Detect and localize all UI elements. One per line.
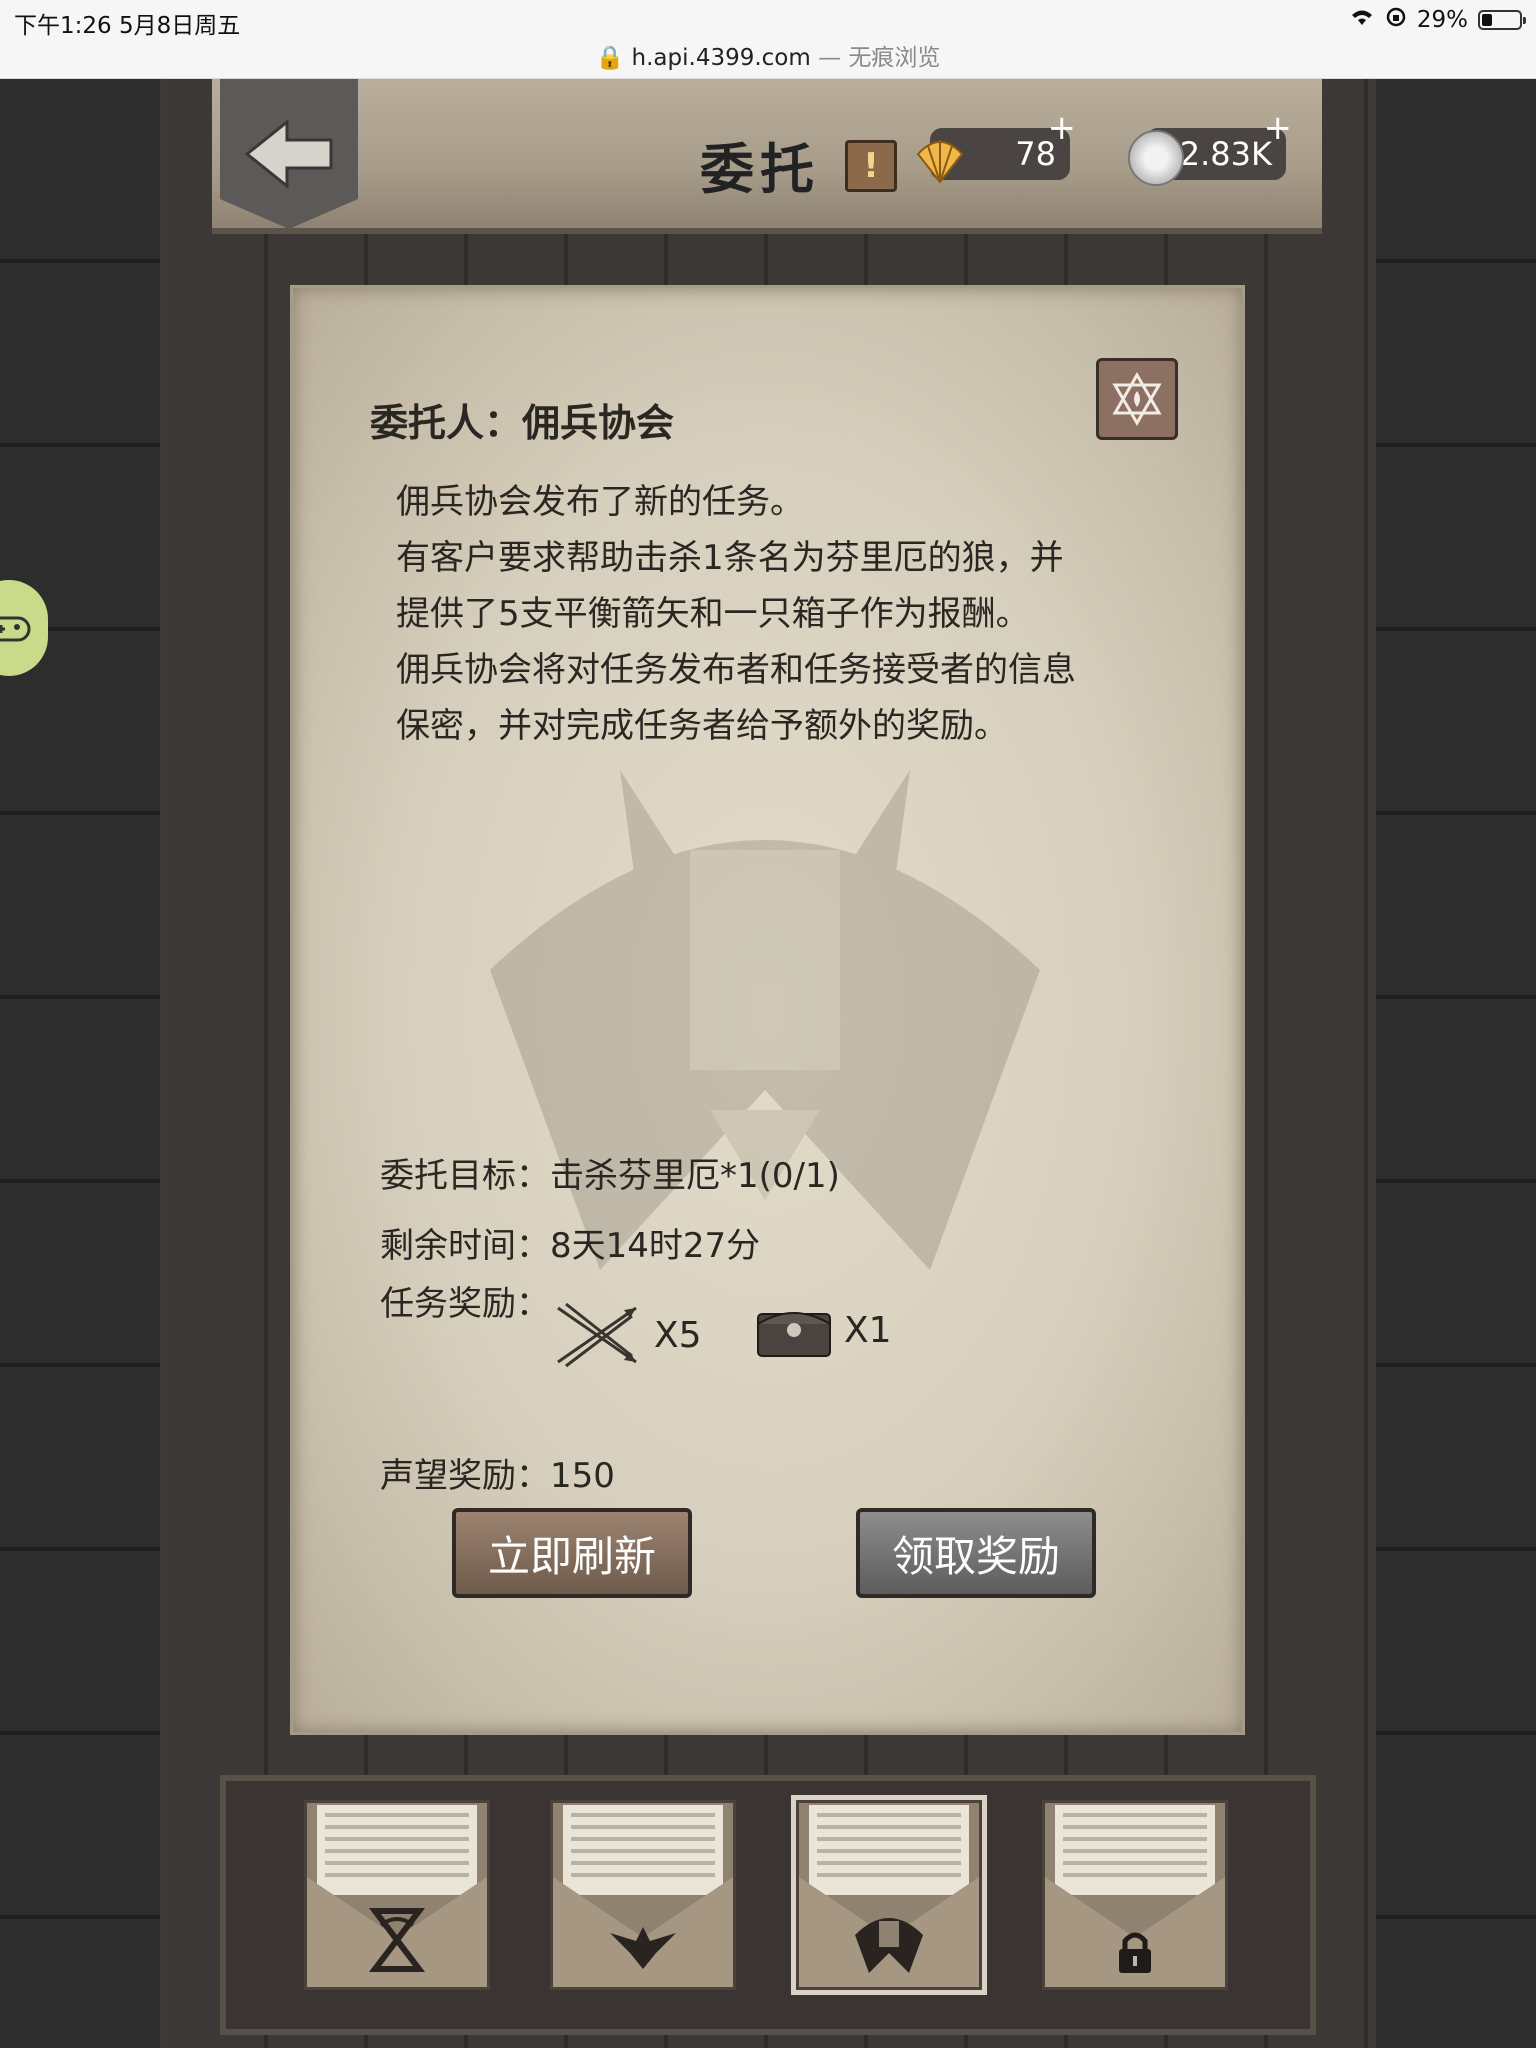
- wifi-icon: [1349, 7, 1375, 33]
- description-line: 提供了5支平衡箭矢和一只箱子作为报酬。: [396, 594, 1030, 634]
- guild-info-button[interactable]: [1096, 358, 1178, 440]
- lock-small-icon: 🔒: [595, 45, 625, 71]
- quest-envelope-2[interactable]: [550, 1800, 736, 1990]
- description-line: 佣兵协会发布了新的任务。: [396, 482, 804, 522]
- mercenary-wolf-emblem-icon: [490, 770, 1040, 1270]
- shell-icon: [916, 140, 964, 184]
- reward-chest[interactable]: X1: [756, 1300, 892, 1360]
- refresh-button[interactable]: 立即刷新: [452, 1508, 692, 1598]
- back-button[interactable]: [220, 79, 358, 229]
- add-coin-button[interactable]: +: [1264, 108, 1293, 148]
- status-time: 下午1:26 5月8日周五: [14, 13, 241, 39]
- eagle-icon: [610, 1927, 676, 1969]
- url-text: h.api.4399.com: [631, 45, 811, 71]
- private-mode-label: — 无痕浏览: [818, 45, 941, 71]
- battery-percent: 29%: [1416, 7, 1468, 33]
- lock-icon: [1119, 1932, 1151, 1973]
- quest-time-left: 剩余时间：8天14时27分: [380, 1226, 761, 1266]
- envelope-letter: [563, 1805, 723, 1895]
- coin-count: 2.83K: [1179, 135, 1272, 173]
- claim-reward-button[interactable]: 领取奖励: [856, 1508, 1096, 1598]
- address-bar[interactable]: 🔒 h.api.4399.com — 无痕浏览: [0, 38, 1536, 72]
- envelope-letter: [809, 1805, 969, 1895]
- add-shell-button[interactable]: +: [1048, 108, 1077, 148]
- arrows-icon: [557, 1302, 637, 1368]
- left-wood-panel: [0, 79, 160, 2048]
- reward-arrows[interactable]: X5: [552, 1300, 702, 1370]
- battery-icon: [1478, 10, 1526, 30]
- quest-rewards-label: 任务奖励：: [380, 1284, 550, 1324]
- quest-envelope-3[interactable]: [796, 1800, 982, 1990]
- description-line: 保密，并对完成任务者给予额外的奖励。: [396, 706, 1008, 746]
- status-bar: 下午1:26 5月8日周五 29% 🔒 h.api.4399.com — 无痕浏…: [0, 0, 1536, 79]
- page-title: 委托: [700, 137, 820, 201]
- envelope-letter: [317, 1805, 477, 1895]
- description-line: 佣兵协会将对任务发布者和任务接受者的信息: [396, 650, 1076, 690]
- reward-qty: X1: [844, 1309, 892, 1351]
- chest-icon: [757, 1312, 831, 1357]
- reward-qty: X5: [654, 1314, 702, 1356]
- quest-description: 佣兵协会发布了新的任务。 有客户要求帮助击杀1条名为芬里厄的狼，并 提供了5支平…: [396, 474, 1186, 754]
- hexagram-icon: [1112, 372, 1162, 426]
- coin-icon: [1128, 130, 1184, 186]
- wolf-icon: [855, 1918, 923, 1973]
- hourglass-snake-icon: [368, 1908, 426, 1972]
- quest-client: 委托人：佣兵协会: [370, 401, 675, 445]
- right-wood-panel: [1376, 79, 1536, 2048]
- description-line: 有客户要求帮助击杀1条名为芬里厄的狼，并: [396, 538, 1064, 578]
- orientation-lock-icon: [1385, 6, 1407, 34]
- quest-target: 委托目标：击杀芬里厄*1(0/1): [380, 1156, 840, 1196]
- notice-badge[interactable]: !: [845, 140, 897, 192]
- back-arrow-icon: [244, 118, 333, 190]
- quest-envelope-4[interactable]: [1042, 1800, 1228, 1990]
- quest-reputation: 声望奖励：150: [380, 1456, 615, 1496]
- quest-envelope-1[interactable]: [304, 1800, 490, 1990]
- status-right: 29%: [1349, 6, 1526, 34]
- envelope-letter: [1055, 1805, 1215, 1895]
- gamepad-icon: [0, 616, 31, 642]
